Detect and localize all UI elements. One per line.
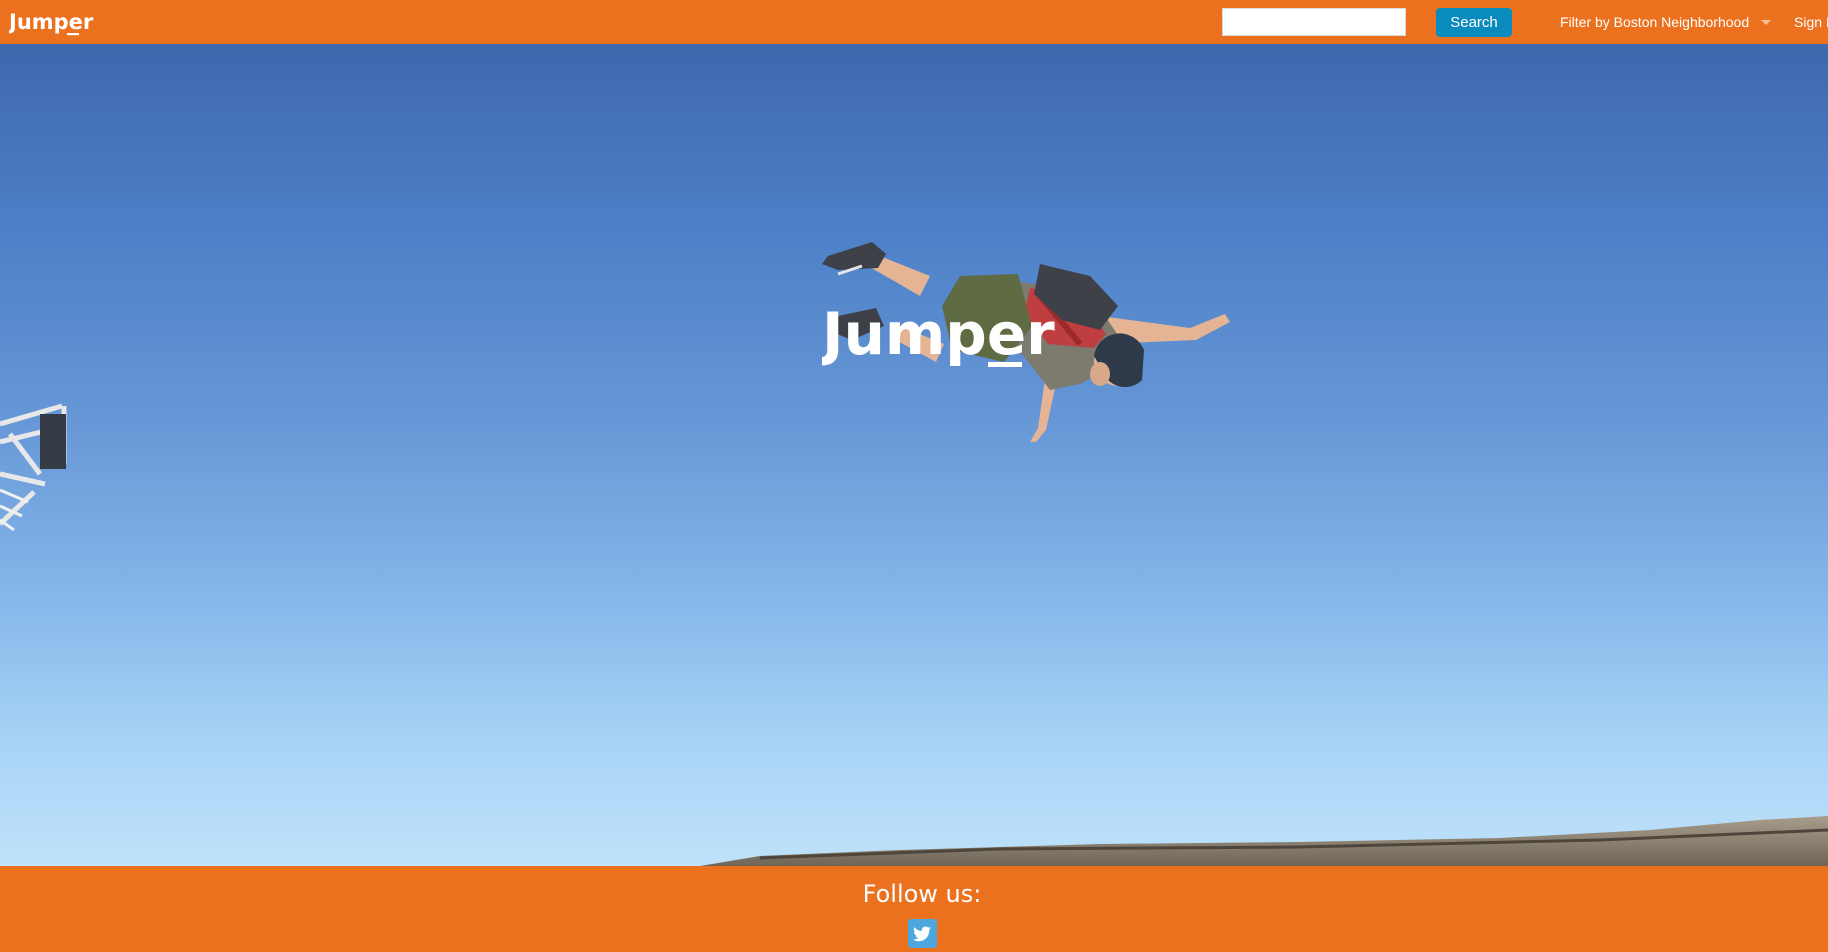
follow-us-heading: Follow us: bbox=[862, 880, 982, 908]
neighborhood-filter-dropdown[interactable]: Filter by Boston Neighborhood bbox=[1560, 0, 1772, 44]
neighborhood-filter-label: Filter by Boston Neighborhood bbox=[1560, 14, 1750, 30]
chevron-down-icon bbox=[1761, 19, 1772, 25]
hero-logo-text: Jumper bbox=[822, 302, 1055, 368]
search-button[interactable]: Search bbox=[1436, 8, 1512, 37]
footer: Follow us: bbox=[0, 866, 1828, 952]
page: Jumper Search Filter by Boston Neighborh… bbox=[0, 0, 1828, 952]
hero-logo-underline bbox=[988, 362, 1022, 367]
twitter-bird-glyph bbox=[913, 926, 931, 942]
search-input[interactable] bbox=[1222, 8, 1406, 36]
brand-logo-text: Jumper bbox=[9, 10, 94, 34]
horizon-ground bbox=[700, 816, 1828, 866]
twitter-icon[interactable] bbox=[908, 919, 937, 948]
brand-logo[interactable]: Jumper bbox=[9, 9, 99, 37]
hero-logo: Jumper bbox=[822, 302, 1055, 368]
top-navbar: Jumper Search Filter by Boston Neighborh… bbox=[0, 0, 1828, 44]
brand-logo-underline bbox=[67, 33, 79, 36]
sign-in-link[interactable]: Sign In bbox=[1794, 0, 1828, 44]
hero-image bbox=[0, 242, 1828, 866]
hero-banner: Jumper bbox=[0, 44, 1828, 866]
tower-platform bbox=[40, 414, 66, 469]
